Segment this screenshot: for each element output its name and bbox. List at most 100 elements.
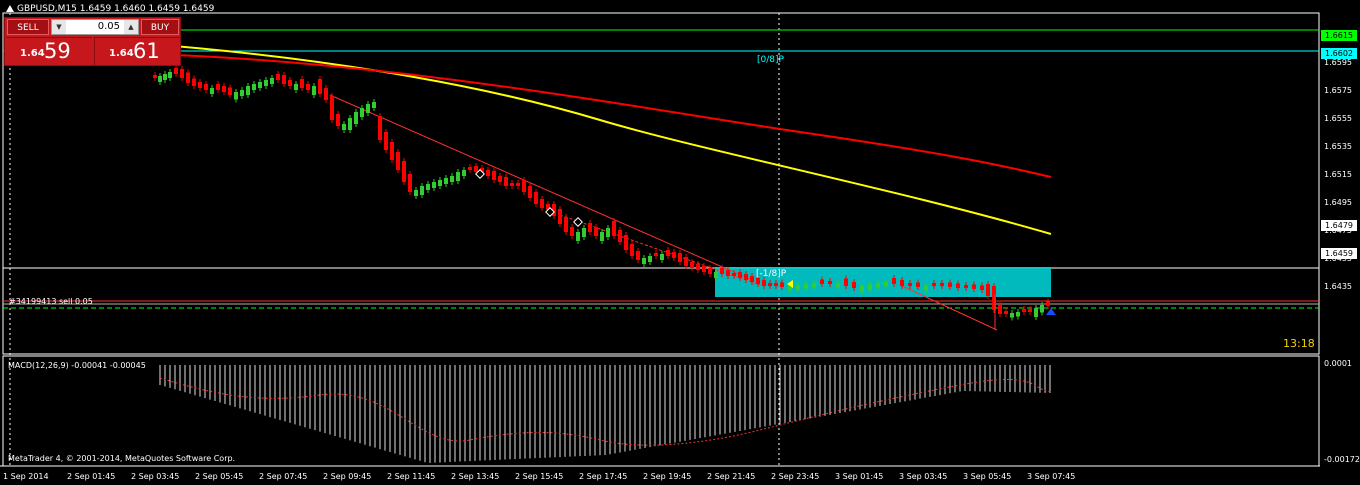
- candle: [654, 253, 658, 256]
- lot-size-stepper[interactable]: ▼ 0.05 ▲: [51, 19, 139, 35]
- candle: [468, 167, 472, 170]
- candle: [732, 273, 736, 276]
- candle: [492, 171, 496, 180]
- candle: [426, 184, 430, 190]
- candle: [1028, 309, 1032, 312]
- moving-average-fast: [149, 43, 1052, 235]
- time-axis-label: 3 Sep 07:45: [1027, 472, 1076, 481]
- candle: [348, 118, 352, 130]
- candle: [606, 228, 610, 237]
- candle: [948, 282, 952, 287]
- candle: [186, 72, 190, 83]
- candle: [378, 116, 382, 140]
- candle: [312, 86, 316, 95]
- candle: [234, 92, 238, 100]
- price-tag: 1.6602: [1321, 48, 1357, 60]
- candle: [738, 272, 742, 278]
- buy-button[interactable]: BUY: [141, 19, 179, 35]
- candle: [998, 305, 1002, 314]
- time-axis-label: 2 Sep 07:45: [259, 472, 308, 481]
- buy-price-prefix: 1.64: [109, 48, 134, 59]
- candle: [690, 262, 694, 268]
- candle: [216, 84, 220, 90]
- candle: [474, 166, 478, 172]
- candle: [726, 270, 730, 276]
- candle: [1040, 305, 1044, 313]
- candle: [204, 84, 208, 90]
- candle: [222, 86, 226, 92]
- candle: [174, 68, 178, 74]
- buy-price-pips: 61: [133, 39, 160, 63]
- candle: [396, 152, 400, 170]
- candle: [924, 286, 928, 291]
- candle: [828, 281, 832, 284]
- candle: [964, 285, 968, 288]
- candle: [462, 170, 466, 176]
- candle: [648, 256, 652, 262]
- candle: [588, 223, 592, 232]
- candle: [408, 174, 412, 192]
- candle: [534, 192, 538, 204]
- candle: [618, 230, 622, 242]
- time-axis-label: 3 Sep 05:45: [963, 472, 1012, 481]
- candle: [456, 172, 460, 181]
- price-tag: 1.6459: [1321, 248, 1357, 260]
- sell-price-prefix: 1.64: [20, 48, 45, 59]
- candle: [282, 75, 286, 84]
- candle: [630, 244, 634, 256]
- chart-title: GBPUSD,M15 1.6459 1.6460 1.6459 1.6459: [17, 4, 215, 14]
- candle: [558, 209, 562, 224]
- order-label[interactable]: #34199413 sell 0.05: [9, 297, 93, 306]
- buy-price-button[interactable]: 1.64 61: [94, 37, 180, 65]
- chevron-up-icon[interactable]: ▲: [124, 20, 138, 34]
- candle: [342, 124, 346, 130]
- chart-canvas[interactable]: [0, 0, 1320, 468]
- candle: [762, 280, 766, 286]
- level-label-lower: [-1/8]P: [756, 269, 787, 279]
- candle: [444, 178, 448, 184]
- candle: [306, 84, 310, 90]
- macd-label: MACD(12,26,9) -0.00041 -0.00045: [8, 361, 146, 370]
- one-click-trade-panel: SELL ▼ 0.05 ▲ BUY 1.64 59 1.64 61: [4, 17, 181, 66]
- candle: [768, 283, 772, 286]
- candle: [892, 278, 896, 284]
- candle: [884, 282, 888, 287]
- macd-signal-line: [159, 377, 1053, 446]
- copyright-text: MetaTrader 4, © 2001-2014, MetaQuotes So…: [8, 454, 236, 463]
- price-axis-label: 1.6535: [1324, 142, 1352, 151]
- candle: [836, 283, 840, 288]
- sell-button[interactable]: SELL: [7, 19, 49, 35]
- candle: [1016, 312, 1020, 317]
- candle: [636, 251, 640, 260]
- arrow-up-icon: [1046, 308, 1056, 315]
- macd-axis-label: -0.00172: [1324, 455, 1360, 464]
- main-pane-border: [2, 12, 1320, 355]
- candle: [702, 266, 706, 272]
- candle: [708, 268, 712, 274]
- candle: [672, 252, 676, 258]
- candle: [600, 232, 604, 241]
- price-axis-label: 1.6595: [1324, 58, 1352, 67]
- candle: [986, 284, 990, 296]
- candle: [354, 112, 358, 124]
- sell-price-button[interactable]: 1.64 59: [6, 37, 92, 65]
- candle: [366, 104, 370, 113]
- macd-axis-label: 0.0001: [1324, 359, 1352, 368]
- candle: [264, 80, 268, 86]
- candle: [804, 284, 808, 289]
- candle: [276, 74, 280, 80]
- price-tag: 1.6615: [1321, 30, 1357, 41]
- price-axis-label: 1.6515: [1324, 170, 1352, 179]
- candle: [1010, 313, 1014, 318]
- candle: [438, 180, 442, 186]
- time-axis-label: 2 Sep 13:45: [451, 472, 500, 481]
- price-axis-label: 1.6575: [1324, 86, 1352, 95]
- candle: [576, 232, 580, 241]
- candle: [432, 182, 436, 188]
- lot-size-input[interactable]: 0.05: [68, 20, 122, 34]
- candle: [972, 284, 976, 289]
- price-chart[interactable]: [0, 0, 1320, 468]
- candle: [666, 250, 670, 256]
- chevron-down-icon[interactable]: ▼: [52, 20, 66, 34]
- candle: [956, 283, 960, 288]
